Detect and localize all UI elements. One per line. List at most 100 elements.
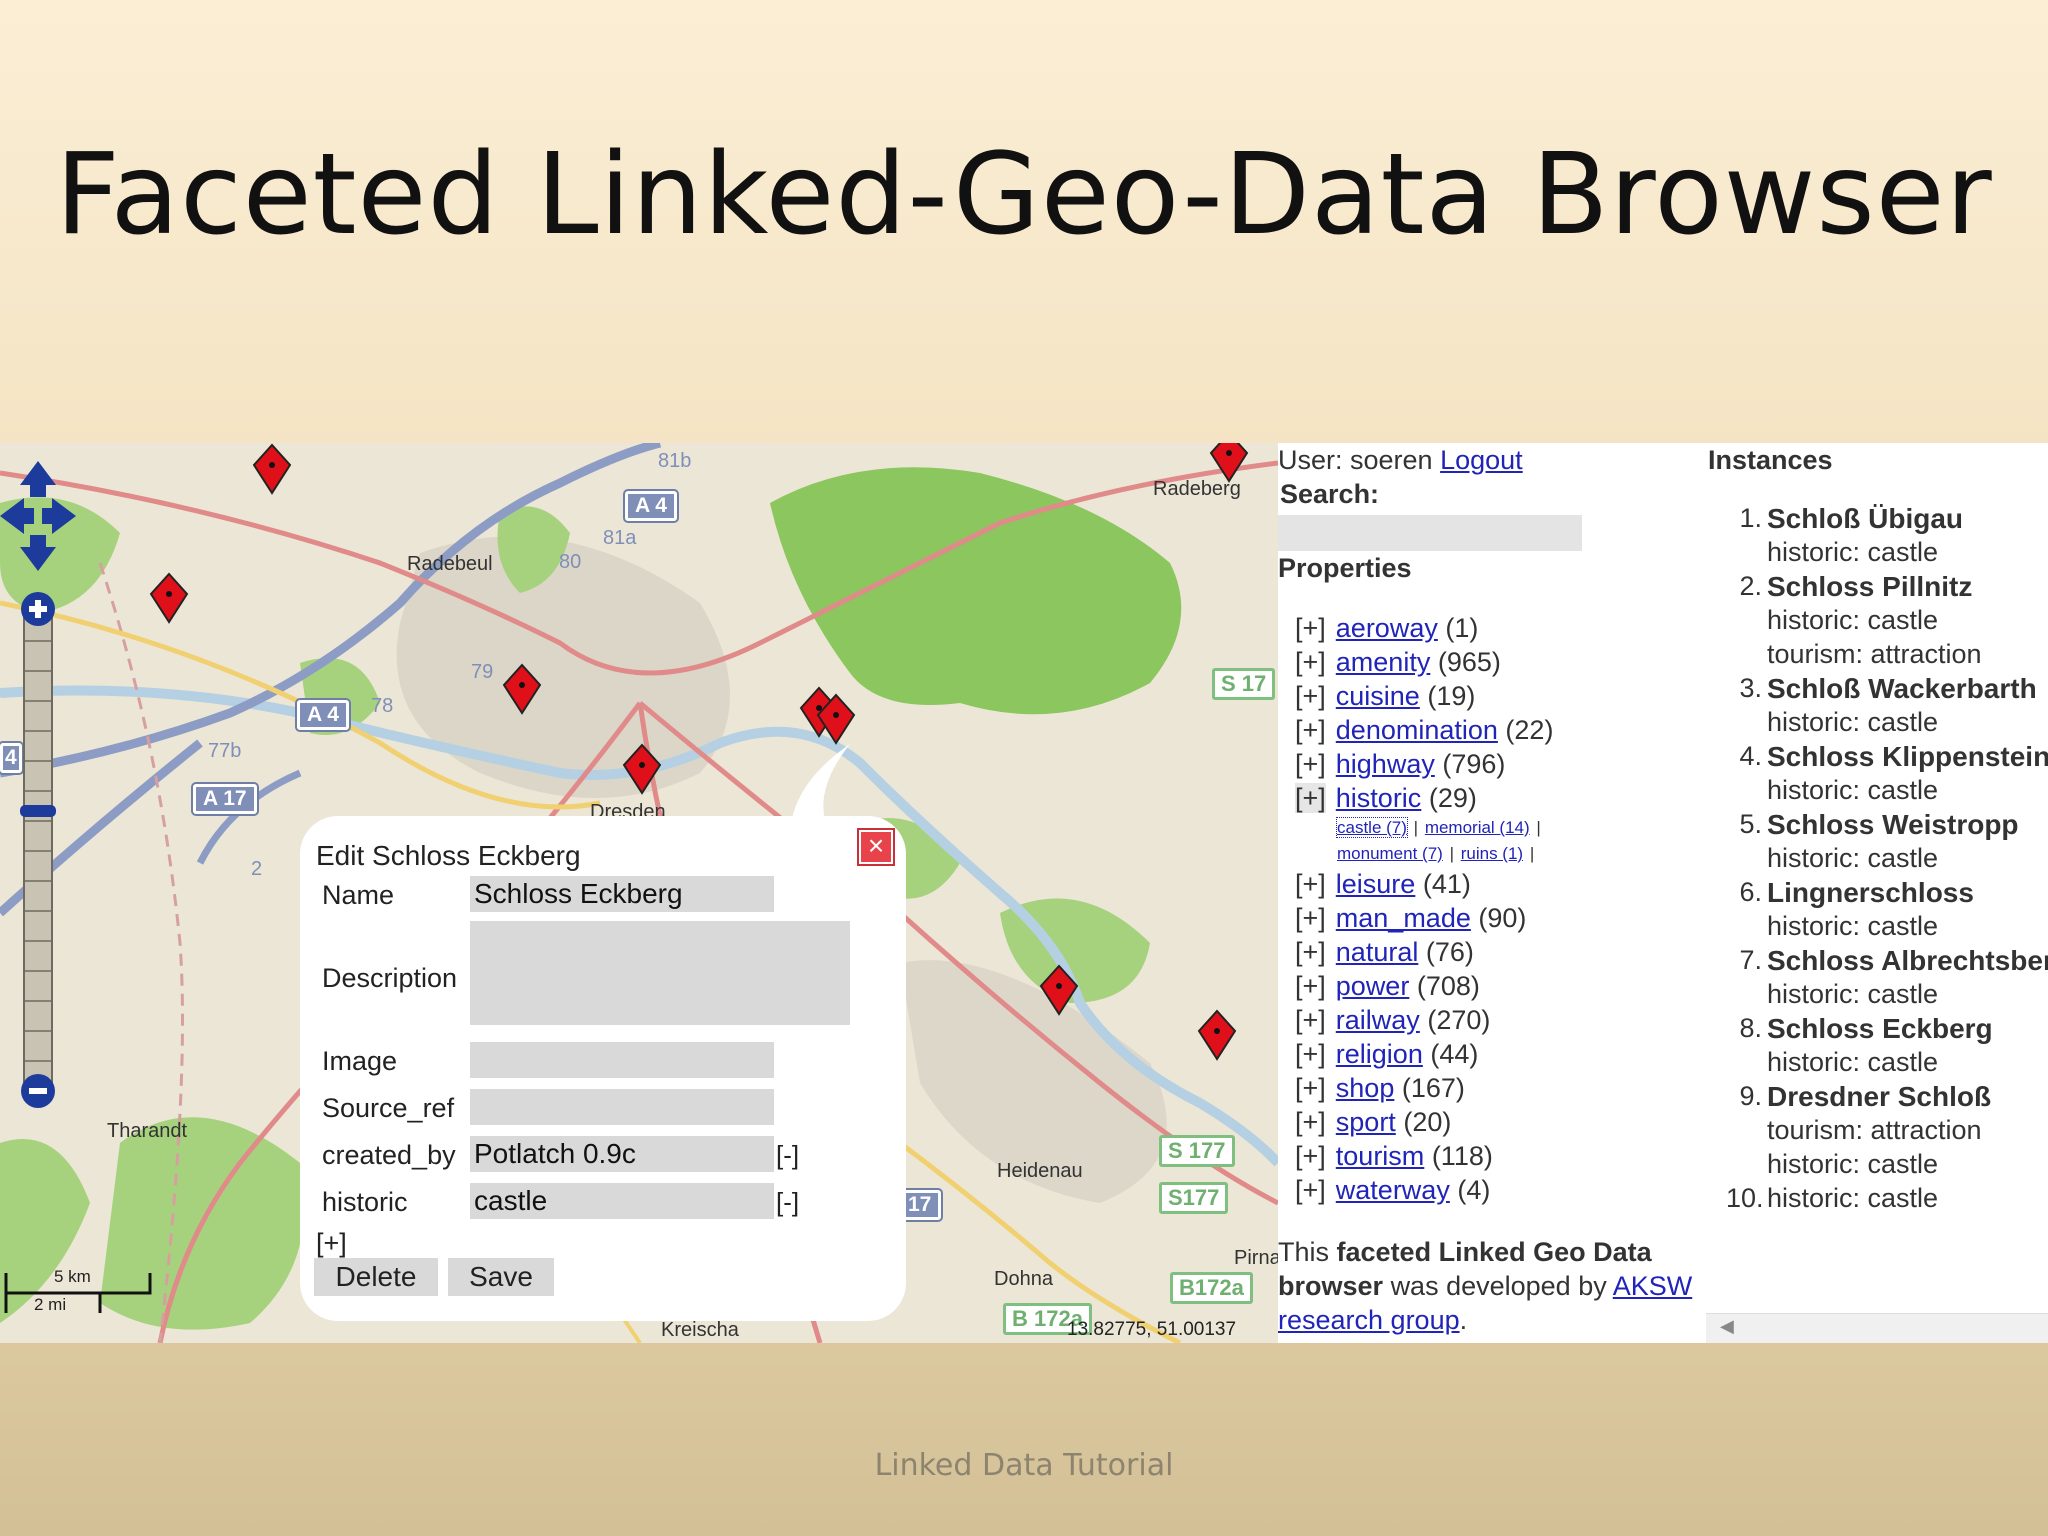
instance-number: 4.	[1739, 741, 1762, 771]
name-field[interactable]: Schloss Eckberg	[470, 876, 774, 912]
about-end: .	[1459, 1305, 1468, 1335]
shield-a4-west: A 4	[297, 700, 349, 730]
pan-control[interactable]	[0, 461, 76, 571]
instance-number: 10.	[1726, 1183, 1764, 1213]
value-monument-link[interactable]: monument (7)	[1337, 844, 1443, 863]
instance-name[interactable]: Schloss Klippenstein	[1767, 741, 2048, 773]
expand-toggle[interactable]: [+]	[1295, 1141, 1326, 1171]
property-link[interactable]: waterway	[1336, 1175, 1450, 1205]
castle-marker[interactable]	[1197, 1009, 1237, 1061]
expand-toggle[interactable]: [+]	[1295, 783, 1326, 813]
instance-name[interactable]: Schloß Wackerbarth	[1767, 673, 2037, 705]
value-castle-link[interactable]: castle (7)	[1336, 817, 1408, 838]
expand-toggle[interactable]: [+]	[1295, 1175, 1326, 1205]
historic-field[interactable]: castle	[470, 1183, 774, 1219]
property-link[interactable]: sport	[1336, 1107, 1396, 1137]
expand-toggle[interactable]: [+]	[1295, 1005, 1326, 1035]
map-view[interactable]: Radebeul Radeberg Dresden Tharandt Heide…	[0, 443, 1278, 1343]
expand-toggle[interactable]: [+]	[1295, 971, 1326, 1001]
expand-toggle[interactable]: [+]	[1295, 1107, 1326, 1137]
property-power: [+] power (708)	[1295, 971, 1480, 1005]
about-middle: was developed by	[1390, 1271, 1607, 1301]
property-count: (22)	[1505, 715, 1554, 745]
horizontal-scrollbar[interactable]: ◀	[1706, 1313, 2048, 1343]
property-cuisine: [+] cuisine (19)	[1295, 681, 1475, 715]
instance-name[interactable]: Dresdner Schloß	[1767, 1081, 1991, 1113]
about-prefix: This	[1278, 1237, 1330, 1267]
property-leisure: [+] leisure (41)	[1295, 869, 1471, 903]
instance-name[interactable]: Schloss Albrechtsber	[1767, 945, 2048, 977]
property-link[interactable]: tourism	[1336, 1141, 1425, 1171]
add-field[interactable]: [+]	[316, 1228, 347, 1259]
property-link[interactable]: highway	[1336, 749, 1435, 779]
remove-historic[interactable]: [-]	[776, 1187, 799, 1218]
property-link[interactable]: leisure	[1336, 869, 1416, 899]
close-icon[interactable]: ×	[859, 830, 893, 864]
property-link[interactable]: power	[1336, 971, 1410, 1001]
property-count: (19)	[1427, 681, 1476, 711]
scale-km: 5 km	[54, 1267, 91, 1286]
description-field[interactable]	[470, 921, 850, 1025]
expand-toggle[interactable]: [+]	[1295, 647, 1326, 677]
expand-toggle[interactable]: [+]	[1295, 903, 1326, 933]
castle-marker[interactable]	[1039, 964, 1079, 1016]
remove-created-by[interactable]: [-]	[776, 1140, 799, 1171]
save-button[interactable]: Save	[448, 1258, 554, 1296]
property-link[interactable]: man_made	[1336, 903, 1471, 933]
instance-property: historic: castle	[1767, 1183, 1939, 1213]
expand-toggle[interactable]: [+]	[1295, 613, 1326, 643]
instance-name[interactable]: Schloss Eckberg	[1767, 1013, 1993, 1045]
property-link[interactable]: railway	[1336, 1005, 1420, 1035]
delete-button[interactable]: Delete	[314, 1258, 438, 1296]
property-link[interactable]: aeroway	[1336, 613, 1438, 643]
instance-name[interactable]: Schloß Übigau	[1767, 503, 1963, 535]
scroll-left-icon[interactable]: ◀	[1720, 1316, 1734, 1337]
castle-marker[interactable]	[149, 572, 189, 624]
castle-marker[interactable]	[502, 663, 542, 715]
castle-marker[interactable]	[622, 743, 662, 795]
castle-marker[interactable]	[816, 693, 856, 745]
expand-toggle[interactable]: [+]	[1295, 937, 1326, 967]
castle-marker[interactable]	[252, 443, 292, 495]
zoom-bar[interactable]	[20, 591, 56, 1111]
separator: |	[1413, 818, 1419, 837]
property-amenity: [+] amenity (965)	[1295, 647, 1501, 681]
expand-toggle[interactable]: [+]	[1295, 681, 1326, 711]
property-link[interactable]: denomination	[1336, 715, 1498, 745]
name-label: Name	[322, 880, 395, 910]
source-ref-field[interactable]	[470, 1089, 774, 1125]
property-link[interactable]: religion	[1336, 1039, 1423, 1069]
mouse-coordinates: 13.82775, 51.00137	[1067, 1319, 1237, 1340]
property-link[interactable]: cuisine	[1336, 681, 1420, 711]
shield-a17: A 17	[193, 784, 257, 814]
instance-property: historic: castle	[1767, 843, 1939, 873]
property-link[interactable]: shop	[1336, 1073, 1395, 1103]
value-memorial-link[interactable]: memorial (14)	[1425, 818, 1530, 837]
instance-name[interactable]: Lingnerschloss	[1767, 877, 1974, 909]
created-by-field[interactable]: Potlatch 0.9c	[470, 1136, 774, 1172]
image-field[interactable]	[470, 1042, 774, 1078]
property-link[interactable]: natural	[1336, 937, 1419, 967]
expand-toggle[interactable]: [+]	[1295, 1073, 1326, 1103]
instance-property: tourism: attraction	[1767, 639, 1982, 669]
expand-toggle[interactable]: [+]	[1295, 1039, 1326, 1069]
property-denomination: [+] denomination (22)	[1295, 715, 1553, 749]
place-pirna: Pirna	[1234, 1247, 1278, 1269]
property-link[interactable]: historic	[1336, 783, 1422, 813]
value-ruins-link[interactable]: ruins (1)	[1461, 844, 1523, 863]
expand-toggle[interactable]: [+]	[1295, 715, 1326, 745]
instance-name[interactable]: Schloss Pillnitz	[1767, 571, 1972, 603]
property-historic: [+] historic (29)	[1295, 783, 1477, 817]
expand-toggle[interactable]: [+]	[1295, 869, 1326, 899]
castle-marker[interactable]	[1209, 443, 1249, 483]
popup-pointer	[790, 744, 850, 834]
logout-link[interactable]: Logout	[1440, 445, 1523, 475]
search-input[interactable]	[1278, 515, 1582, 551]
pan-down-icon	[20, 535, 56, 571]
expand-toggle[interactable]: [+]	[1295, 749, 1326, 779]
property-link[interactable]: amenity	[1336, 647, 1431, 677]
instance-name[interactable]: Schloss Weistropp	[1767, 809, 2019, 841]
property-count: (44)	[1430, 1039, 1479, 1069]
road-80: 80	[559, 551, 582, 573]
properties-heading: Properties	[1278, 553, 1412, 583]
